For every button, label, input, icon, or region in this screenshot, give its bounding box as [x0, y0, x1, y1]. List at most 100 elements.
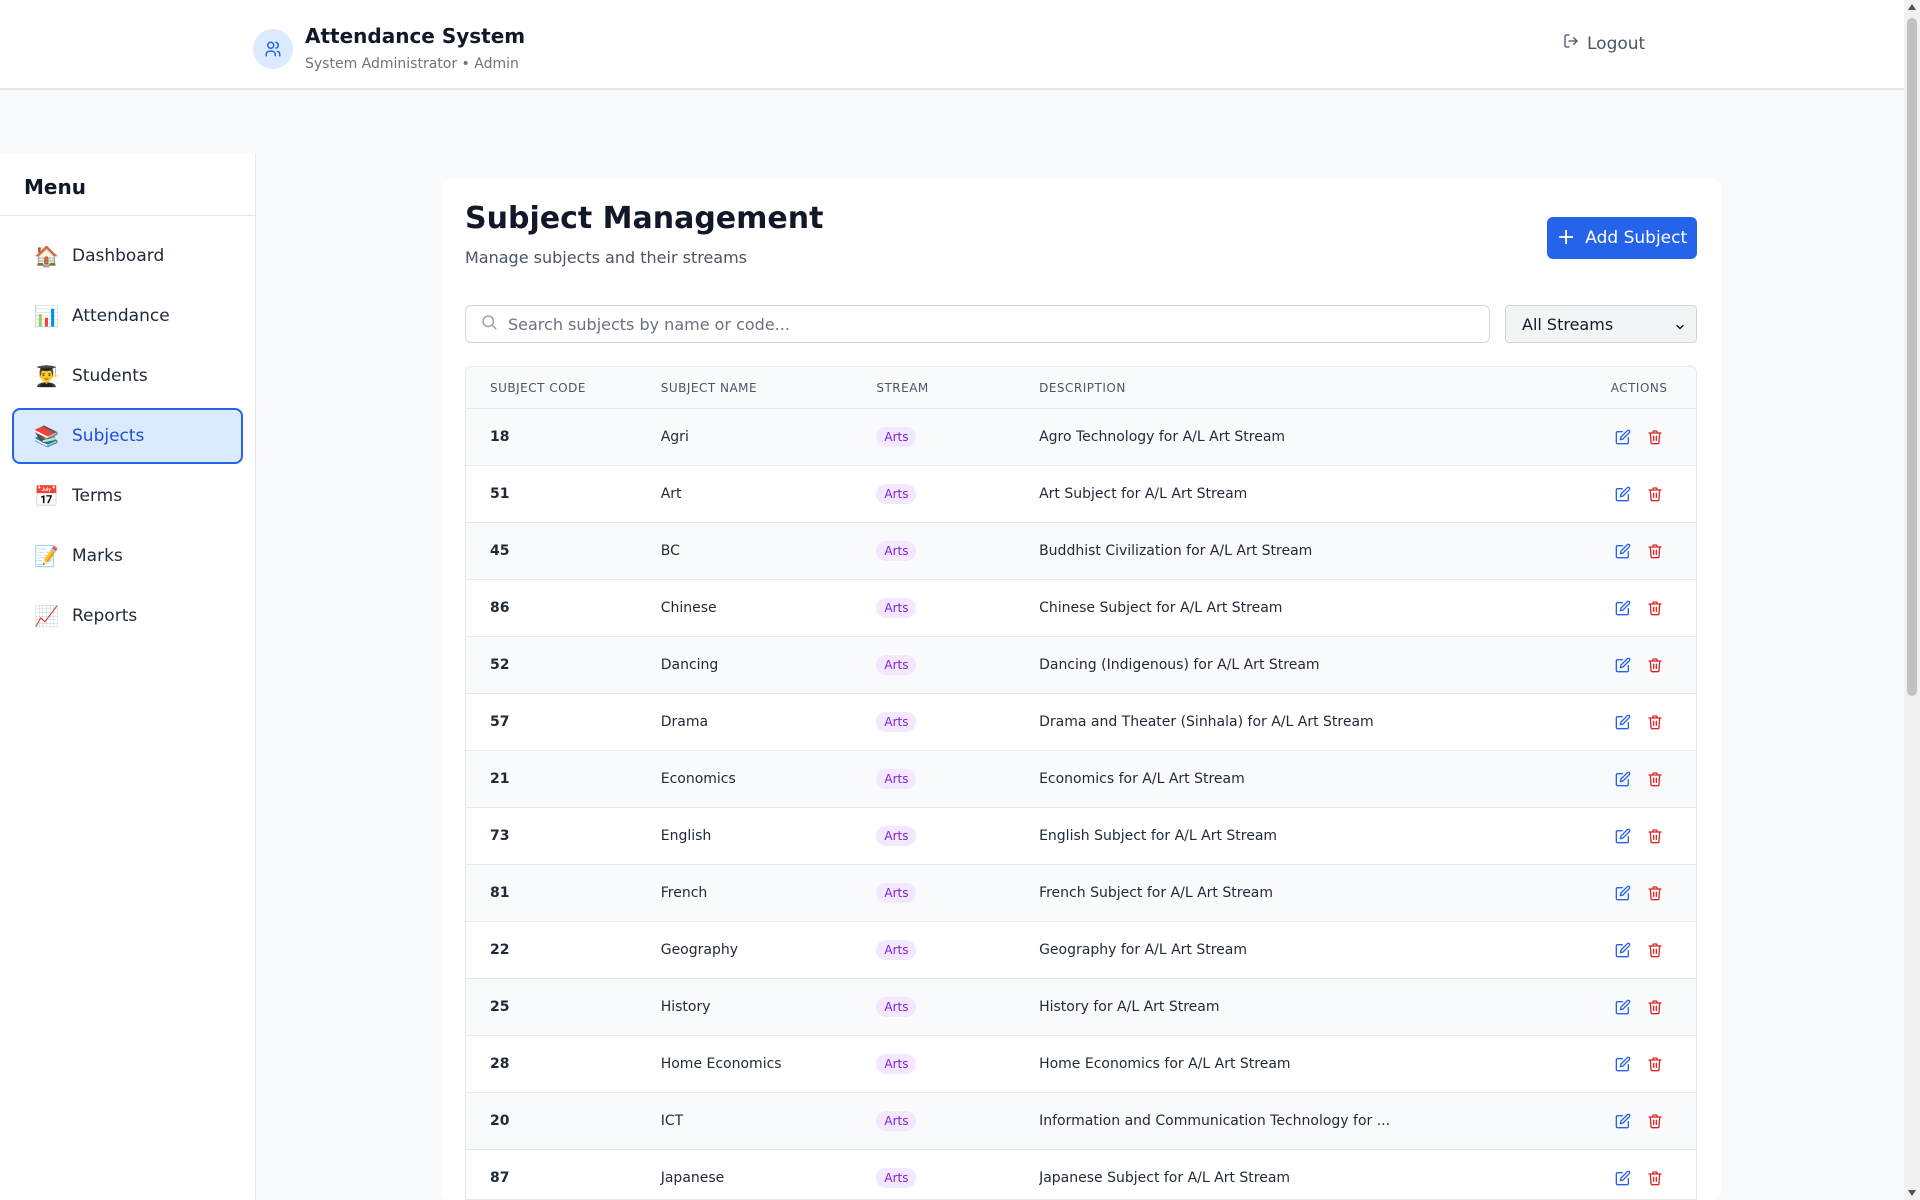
- stream-badge: Arts: [876, 1054, 917, 1074]
- delete-icon[interactable]: [1647, 1113, 1663, 1129]
- sidebar-item-subjects[interactable]: 📚 Subjects: [12, 408, 243, 464]
- stream-badge: Arts: [876, 1168, 917, 1188]
- edit-icon[interactable]: [1615, 771, 1631, 787]
- delete-icon[interactable]: [1647, 1056, 1663, 1072]
- edit-icon[interactable]: [1615, 1056, 1631, 1072]
- delete-icon[interactable]: [1647, 828, 1663, 844]
- memo-icon: 📝: [34, 544, 59, 568]
- delete-icon[interactable]: [1647, 657, 1663, 673]
- subject-description: Art Subject for A/L Art Stream: [1039, 486, 1248, 502]
- subject-description: Information and Communication Technology…: [1039, 1113, 1391, 1129]
- delete-icon[interactable]: [1647, 600, 1663, 616]
- books-icon: 📚: [34, 424, 59, 448]
- edit-icon[interactable]: [1615, 429, 1631, 445]
- row-actions: [1582, 429, 1696, 445]
- subject-name: Economics: [660, 771, 736, 787]
- logout-button[interactable]: Logout: [1563, 33, 1645, 54]
- scroll-down-arrow-icon[interactable]: [1908, 1190, 1916, 1196]
- table-row: 57 Drama Arts Drama and Theater (Sinhala) f…: [466, 694, 1696, 751]
- delete-icon[interactable]: [1647, 429, 1663, 445]
- app-title: Attendance System: [305, 24, 526, 48]
- row-actions: [1582, 657, 1696, 673]
- subject-code: 22: [490, 942, 510, 958]
- subject-name: History: [660, 999, 711, 1015]
- edit-icon[interactable]: [1615, 828, 1631, 844]
- delete-icon[interactable]: [1647, 942, 1663, 958]
- row-actions: [1582, 600, 1696, 616]
- sidebar-item-attendance[interactable]: 📊 Attendance: [12, 288, 243, 344]
- stream-cell: Arts: [876, 997, 1039, 1017]
- bar-chart-icon: 📊: [34, 304, 59, 328]
- delete-icon[interactable]: [1647, 885, 1663, 901]
- delete-icon[interactable]: [1647, 999, 1663, 1015]
- subject-description: Drama and Theater (Sinhala) for A/L Art …: [1039, 714, 1374, 730]
- subject-code: 87: [490, 1170, 510, 1186]
- table-row: 86 Chinese Arts Chinese Subject for A/L Art…: [466, 580, 1696, 637]
- subject-code: 52: [490, 657, 510, 673]
- subject-code: 18: [490, 429, 510, 445]
- subject-name: English: [660, 828, 712, 844]
- stream-badge: Arts: [876, 712, 917, 732]
- subject-code: 45: [490, 543, 510, 559]
- stream-filter-select[interactable]: All Streams: [1505, 305, 1697, 343]
- subject-name: ICT: [660, 1113, 684, 1129]
- sidebar-item-label: Reports: [72, 606, 138, 626]
- edit-icon[interactable]: [1615, 942, 1631, 958]
- search-icon: [480, 313, 498, 335]
- edit-icon[interactable]: [1615, 600, 1631, 616]
- add-subject-button[interactable]: + Add Subject: [1547, 217, 1697, 259]
- stream-badge: Arts: [876, 598, 917, 618]
- table-row: 87 Japanese Arts Japanese Subject for A/L A…: [466, 1150, 1696, 1199]
- subject-description: Japanese Subject for A/L Art Stream: [1039, 1170, 1291, 1186]
- search-box: [465, 305, 1490, 343]
- student-icon: 👨‍🎓: [34, 364, 59, 388]
- subject-description: Economics for A/L Art Stream: [1039, 771, 1245, 787]
- row-actions: [1582, 1113, 1696, 1129]
- edit-icon[interactable]: [1615, 543, 1631, 559]
- delete-icon[interactable]: [1647, 714, 1663, 730]
- column-header-stream: STREAM: [876, 380, 929, 395]
- edit-icon[interactable]: [1615, 714, 1631, 730]
- edit-icon[interactable]: [1615, 885, 1631, 901]
- table-row: 45 BC Arts Buddhist Civilization for A/L Ar…: [466, 523, 1696, 580]
- column-header-code: SUBJECT CODE: [490, 380, 586, 395]
- delete-icon[interactable]: [1647, 543, 1663, 559]
- sidebar-item-reports[interactable]: 📈 Reports: [12, 588, 243, 644]
- table-row: 25 History Arts History for A/L Art Stream: [466, 979, 1696, 1036]
- edit-icon[interactable]: [1615, 486, 1631, 502]
- sidebar-item-marks[interactable]: 📝 Marks: [12, 528, 243, 584]
- edit-icon[interactable]: [1615, 1113, 1631, 1129]
- delete-icon[interactable]: [1647, 486, 1663, 502]
- table-row: 51 Art Arts Art Subject for A/L Art Stream: [466, 466, 1696, 523]
- stream-badge: Arts: [876, 484, 917, 504]
- subject-code: 21: [490, 771, 510, 787]
- user-info: System Administrator • Admin: [305, 56, 519, 72]
- table-row: 21 Economics Arts Economics for A/L Art Str…: [466, 751, 1696, 808]
- subject-name: Agri: [660, 429, 689, 445]
- stream-cell: Arts: [876, 1168, 1039, 1188]
- sidebar: Menu 🏠 Dashboard 📊 Attendance 👨‍🎓 Students 📚 Su…: [0, 154, 256, 1200]
- stream-cell: Arts: [876, 712, 1039, 732]
- edit-icon[interactable]: [1615, 1170, 1631, 1186]
- row-actions: [1582, 885, 1696, 901]
- scrollbar-thumb[interactable]: [1907, 18, 1917, 696]
- stream-filter-value: All Streams: [1522, 314, 1614, 334]
- chevron-down-icon: [1674, 318, 1686, 337]
- stream-badge: Arts: [876, 940, 917, 960]
- subject-code: 28: [490, 1056, 510, 1072]
- edit-icon[interactable]: [1615, 657, 1631, 673]
- delete-icon[interactable]: [1647, 771, 1663, 787]
- sidebar-item-dashboard[interactable]: 🏠 Dashboard: [12, 228, 243, 284]
- scroll-up-arrow-icon[interactable]: [1908, 4, 1916, 10]
- stream-cell: Arts: [876, 826, 1039, 846]
- sidebar-item-terms[interactable]: 📅 Terms: [12, 468, 243, 524]
- sidebar-item-label: Terms: [72, 486, 123, 506]
- sidebar-item-label: Marks: [72, 546, 123, 566]
- stream-cell: Arts: [876, 427, 1039, 447]
- edit-icon[interactable]: [1615, 999, 1631, 1015]
- sidebar-item-label: Dashboard: [72, 246, 165, 266]
- page-scrollbar[interactable]: [1904, 0, 1920, 1200]
- search-input[interactable]: [508, 314, 1468, 334]
- sidebar-item-students[interactable]: 👨‍🎓 Students: [12, 348, 243, 404]
- delete-icon[interactable]: [1647, 1170, 1663, 1186]
